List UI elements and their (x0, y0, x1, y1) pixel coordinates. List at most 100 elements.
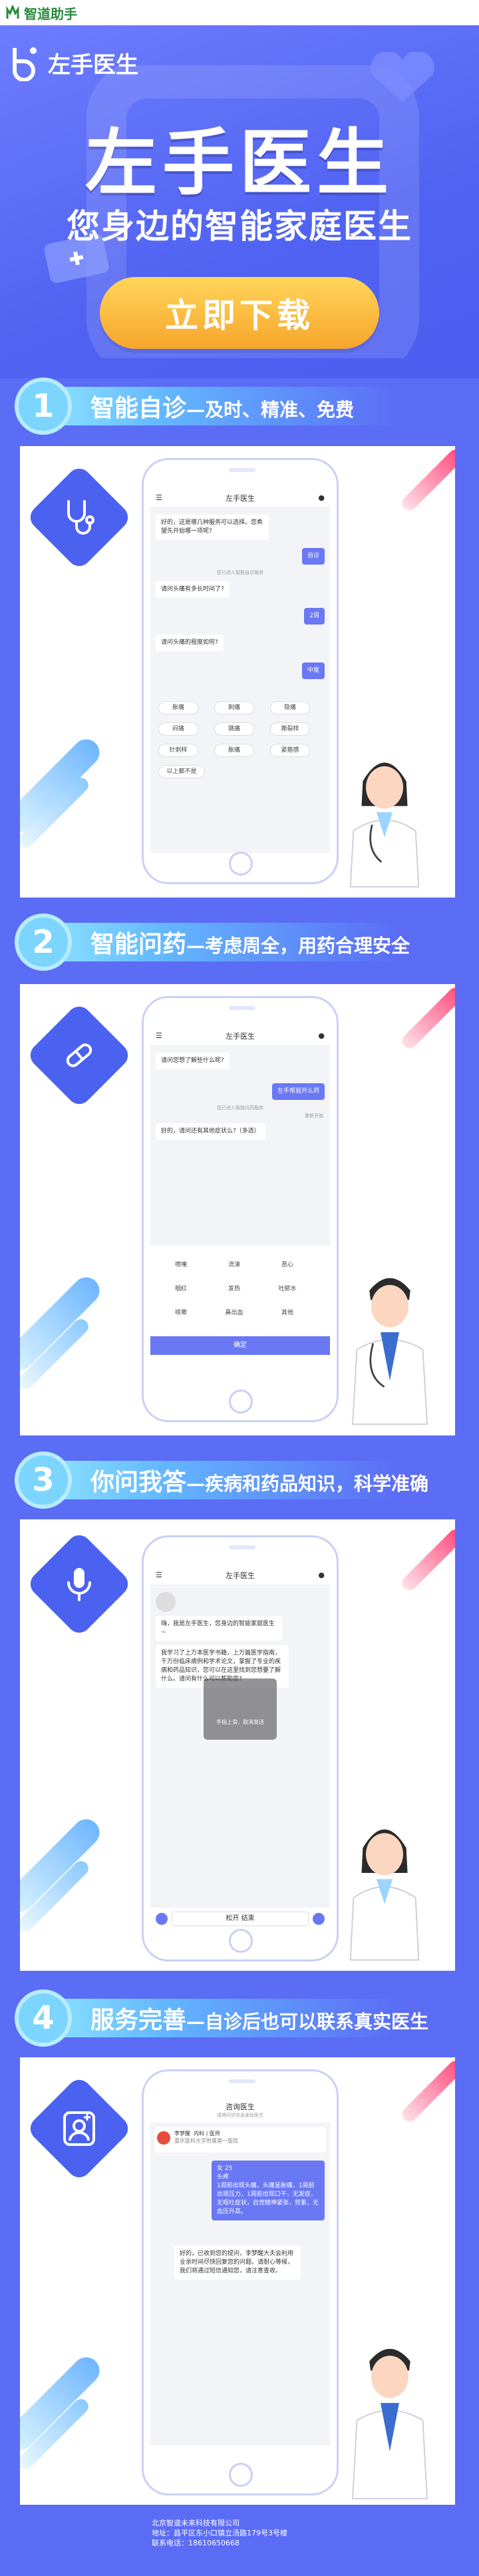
home-button (229, 2463, 253, 2487)
hero-subtitle: 您身边的智能家庭医生 (67, 207, 412, 246)
company-name: 北京智道未来科技有限公司 (152, 2519, 240, 2527)
avatar[interactable]: ● (318, 493, 325, 502)
screen-title: 咨询医生 (226, 2102, 255, 2111)
section-3-header: 3 你问我答—疾病和药品知识，科学准确 (15, 1451, 474, 1509)
section-2-header: 2 智能问药—考虑周全，用药合理安全 (15, 913, 474, 971)
hold-to-talk-button[interactable]: 松开 结束 (172, 1912, 309, 1926)
option-chip[interactable]: 闷痛 (158, 722, 198, 736)
option-chip[interactable]: 隐痛 (270, 701, 310, 714)
section-number: 1 (15, 378, 72, 435)
download-button[interactable]: 立即下载 (100, 277, 379, 349)
option-chip[interactable]: 胀痛 (158, 701, 198, 714)
section-1-header: 1 智能自诊—及时、精准、免费 (15, 378, 474, 435)
section-number: 4 (15, 1989, 72, 2047)
option-chip[interactable]: 咳嗽 (161, 1307, 201, 1320)
option-chip[interactable]: 刺痛 (214, 701, 254, 714)
feature-card-self-diagnosis: ☰ 左手医生 ● 好的，这是哪几种服务可以选择。您希望先开始哪一项呢? 自诊 您已进… (20, 446, 455, 898)
bot-message: 嗨，我是左手医生，您身边的智能家庭医生~ (156, 1616, 282, 1641)
home-button (229, 852, 253, 876)
brand-name: 左手医生 (48, 51, 138, 79)
option-chip[interactable]: 胀痛 (214, 744, 254, 757)
recording-overlay: 手指上滑，取消发送 (204, 1678, 277, 1740)
system-notice: 您已进入智能问药服务 (217, 1105, 263, 1111)
option-chip[interactable]: 针刺样 (158, 744, 198, 757)
option-chip[interactable]: 恶心 (267, 1259, 307, 1272)
screen-title: 左手医生 (226, 1571, 255, 1580)
section-subtitle: —疾病和药品知识，科学准确 (186, 1473, 429, 1495)
bot-message: 请问头痛有多长时间了? (156, 581, 230, 598)
option-chip[interactable]: 以上都不是 (158, 765, 205, 778)
user-message: 中度 (301, 662, 325, 679)
phone-screen: ☰ 左手医生 ● 好的，这是哪几种服务可以选择。您希望先开始哪一项呢? 自诊 您已进… (150, 488, 330, 853)
feature-card-qa: ☰ 左手医生 ● 嗨，我是左手医生，您身边的智能家庭医生~ 我学习了上万本医学书籍，… (20, 1519, 455, 1971)
section-title: 智能自诊 (90, 395, 187, 422)
section-subtitle: —自诊后也可以联系真实医生 (186, 2011, 429, 2033)
phone-mockup: ☰ 左手医生 ● 好的，这是哪几种服务可以选择。您希望先开始哪一项呢? 自诊 您已进… (142, 458, 339, 884)
option-chip[interactable]: 流涕 (214, 1259, 254, 1272)
screen-title: 左手医生 (226, 493, 255, 503)
hero-banner: 左手医生 左手医生 您身边的智能家庭医生 立即下载 (0, 25, 479, 378)
decoration-streak (399, 2057, 455, 2125)
option-chip[interactable]: 撕裂样 (270, 722, 310, 736)
phone-screen: ☰ 左手医生 ● 嗨，我是左手医生，您身边的智能家庭医生~ 我学习了上万本医学书籍，… (150, 1565, 330, 1930)
company-phone: 联系电话：18610650668 (152, 2539, 240, 2547)
female-doctor-illustration (349, 1829, 420, 1961)
decoration-streak (399, 984, 455, 1052)
feature-card-contact-doctor: 咨询医生 请将问诊信息发给医生 李梦醒 内科 | 医师 重庆医科大学附属第一医院… (20, 2057, 455, 2505)
option-chip[interactable]: 其他 (267, 1307, 307, 1320)
heart-icon (371, 52, 434, 102)
menu-icon[interactable]: ☰ (156, 1031, 162, 1040)
microphone-icon (53, 1558, 105, 1610)
decoration-streak (20, 2352, 105, 2455)
menu-icon[interactable]: ☰ (156, 493, 162, 502)
hero-title: 左手医生 (84, 122, 394, 205)
feature-card-medication: ☰ 左手医生 ● 请问您想了解些什么呢? 左手帮我开么药 您已进入智能问药服务 重新… (20, 984, 455, 1435)
home-button (229, 1929, 253, 1953)
bot-message: 好的，请问还有其他症状么?（多选） (156, 1123, 265, 1140)
option-chip[interactable]: 喷嚏 (161, 1259, 201, 1272)
user-message: 2周 (304, 608, 325, 625)
option-chip[interactable]: 紧箍感 (270, 744, 310, 757)
doctor-card[interactable]: 李梦醒 内科 | 医师 重庆医科大学附属第一医院 (154, 2127, 326, 2153)
keyboard-icon[interactable] (156, 1913, 168, 1925)
case-message: 女 25 头疼 1周前出现头痛，头痛呈胀痛，1周前出现压力，1周前出现口干，无发… (212, 2161, 325, 2220)
decoration-streak (20, 1272, 105, 1376)
menu-icon[interactable]: ☰ (156, 1571, 162, 1579)
pill-icon (53, 1029, 105, 1081)
male-doctor-illustration (352, 1278, 428, 1425)
option-chip[interactable]: 咽红 (161, 1283, 201, 1296)
option-chip[interactable]: 吐脓水 (267, 1283, 307, 1296)
company-address: 地址：昌平区东小口镇立汤路179号3号楼 (152, 2529, 287, 2537)
phone-mockup: ☰ 左手医生 ● 嗨，我是左手医生，您身边的智能家庭医生~ 我学习了上万本医学书籍，… (142, 1535, 339, 1961)
option-chip[interactable]: 跳痛 (214, 722, 254, 736)
avatar[interactable]: ● (318, 1571, 325, 1579)
confirm-button[interactable]: 确定 (150, 1336, 330, 1355)
phone-screen: ☰ 左手医生 ● 请问您想了解些什么呢? 左手帮我开么药 您已进入智能问药服务 重新… (150, 1026, 330, 1391)
footer: 北京智道未来科技有限公司 地址：昌平区东小口镇立汤路179号3号楼 联系电话：1… (0, 2506, 479, 2576)
input-bar[interactable] (150, 2444, 330, 2464)
input-bar: 松开 结束 (150, 1908, 330, 1930)
section-4-header: 4 服务完善—自诊后也可以联系真实医生 (15, 1989, 474, 2047)
section-title: 服务完善 (90, 2007, 187, 2034)
doctor-reply: 好的，已收到您的提问，李梦醒大夫会利用业余时间尽快回复您的问题。请耐心等候，我们… (174, 2246, 301, 2280)
user-message: 自诊 (301, 548, 325, 565)
doctor-name: 李梦醒 (174, 2131, 190, 2137)
option-chip[interactable]: 发热 (214, 1283, 254, 1296)
section-subtitle: —考虑周全，用药合理安全 (186, 935, 410, 957)
brand-logo: 左手医生 (9, 44, 138, 81)
male-doctor-illustration (352, 2348, 428, 2499)
option-chip[interactable]: 鼻出血 (214, 1307, 254, 1320)
avatar[interactable]: ● (318, 1031, 325, 1040)
bot-message: 请问头痛的程度如何? (156, 635, 224, 651)
app-logo-icon (5, 5, 20, 20)
section-number: 2 (15, 913, 72, 971)
restart-link[interactable]: 重新开始 (150, 1113, 330, 1119)
top-bar: 智道助手 (0, 0, 479, 25)
screen-title: 左手医生 (226, 1031, 255, 1041)
doctor-title: 内科 | 医师 (194, 2131, 220, 2137)
doctor-hospital: 重庆医科大学附属第一医院 (174, 2138, 238, 2144)
brand-mark-icon (13, 47, 37, 81)
system-notice: 您已进入智能自诊服务 (217, 570, 263, 575)
more-icon[interactable] (313, 1913, 325, 1925)
section-title: 智能问药 (90, 931, 187, 958)
